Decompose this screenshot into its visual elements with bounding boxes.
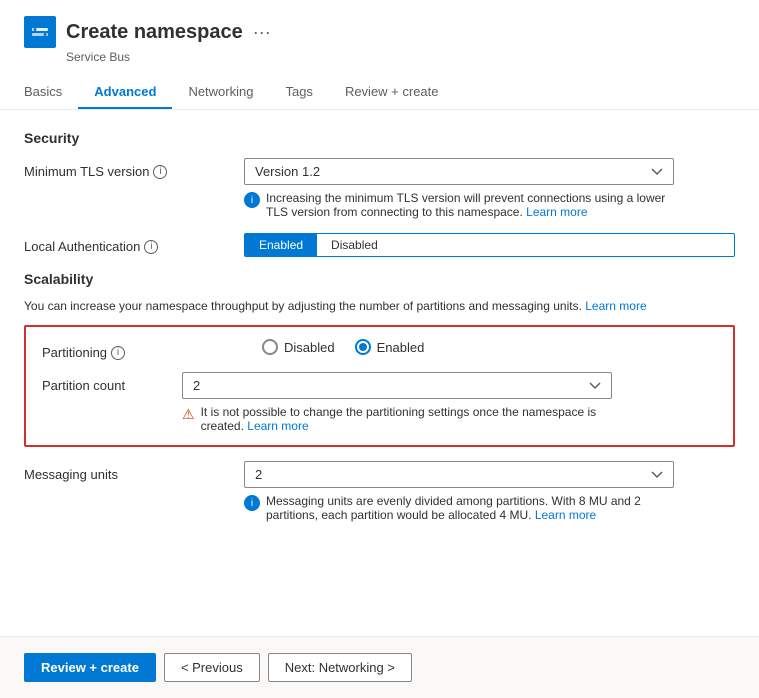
main-container: Create namespace ··· Service Bus Basics … [0,0,759,698]
local-auth-label: Local Authentication i [24,233,244,254]
page-title: Create namespace [66,21,243,44]
next-button[interactable]: Next: Networking > [268,653,412,682]
tls-learn-more-link[interactable]: Learn more [526,205,587,219]
messaging-units-row: Messaging units 1 2 4 8 i Messaging unit… [24,461,735,522]
partition-warning-box: ⚠ It is not possible to change the parti… [182,405,612,433]
tls-control: Version 1.0 Version 1.1 Version 1.2 i In… [244,158,735,219]
tab-bar: Basics Advanced Networking Tags Review +… [24,76,735,109]
messaging-units-control: 1 2 4 8 i Messaging units are evenly div… [244,461,735,522]
partition-count-row: Partition count 1 2 4 8 ⚠ It is not poss… [42,372,717,433]
tls-label: Minimum TLS version i [24,158,244,179]
local-auth-row: Local Authentication i Enabled Disabled [24,233,735,257]
local-auth-toggle: Enabled Disabled [244,233,735,257]
tab-advanced[interactable]: Advanced [78,76,172,109]
tab-networking[interactable]: Networking [172,76,269,109]
previous-button[interactable]: < Previous [164,653,260,682]
messaging-units-info-box: i Messaging units are evenly divided amo… [244,494,674,522]
tls-info-circle-icon: i [244,192,260,208]
partitioning-disabled-option[interactable]: Disabled [262,339,335,355]
review-create-button[interactable]: Review + create [24,653,156,682]
partitioning-control: Disabled Enabled [262,339,717,355]
local-auth-control: Enabled Disabled [244,233,735,257]
partition-count-control: 1 2 4 8 ⚠ It is not possible to change t… [182,372,717,433]
security-section-title: Security [24,130,735,146]
more-options-icon[interactable]: ··· [253,22,271,43]
local-auth-enabled-btn[interactable]: Enabled [245,234,317,256]
header: Create namespace ··· Service Bus Basics … [0,0,759,110]
scalability-learn-more-link[interactable]: Learn more [585,299,646,313]
header-top: Create namespace ··· [24,16,735,48]
tab-basics[interactable]: Basics [24,76,78,109]
messaging-units-select[interactable]: 1 2 4 8 [244,461,674,488]
partitioning-disabled-radio[interactable] [262,339,278,355]
partitioning-enabled-option[interactable]: Enabled [355,339,425,355]
scalability-section-title: Scalability [24,271,735,287]
partition-warning-icon: ⚠ [182,406,195,423]
partitioning-row: Partitioning i Disabled Enabled [42,339,717,360]
content-area: Security Minimum TLS version i Version 1… [0,110,759,636]
partitioning-radio-group: Disabled Enabled [262,339,717,355]
partitioning-info-icon[interactable]: i [111,346,125,360]
partition-count-select[interactable]: 1 2 4 8 [182,372,612,399]
messaging-units-info-circle-icon: i [244,495,260,511]
tls-version-select[interactable]: Version 1.0 Version 1.1 Version 1.2 [244,158,674,185]
tls-row: Minimum TLS version i Version 1.0 Versio… [24,158,735,219]
local-auth-info-icon[interactable]: i [144,240,158,254]
service-bus-icon [24,16,56,48]
tls-info-box: i Increasing the minimum TLS version wil… [244,191,674,219]
tab-review-create[interactable]: Review + create [329,76,455,109]
partitioning-label: Partitioning i [42,339,262,360]
tab-tags[interactable]: Tags [269,76,328,109]
local-auth-disabled-btn[interactable]: Disabled [317,234,392,256]
partitioning-enabled-radio[interactable] [355,339,371,355]
partition-warning-learn-more-link[interactable]: Learn more [247,419,308,433]
scalability-description: You can increase your namespace throughp… [24,299,735,313]
page-subtitle: Service Bus [66,50,735,64]
messaging-units-learn-more-link[interactable]: Learn more [535,508,596,522]
tls-info-icon[interactable]: i [153,165,167,179]
footer: Review + create < Previous Next: Network… [0,636,759,698]
messaging-units-label: Messaging units [24,461,244,482]
partition-count-label: Partition count [42,372,182,393]
partitioning-section: Partitioning i Disabled Enabled [24,325,735,447]
